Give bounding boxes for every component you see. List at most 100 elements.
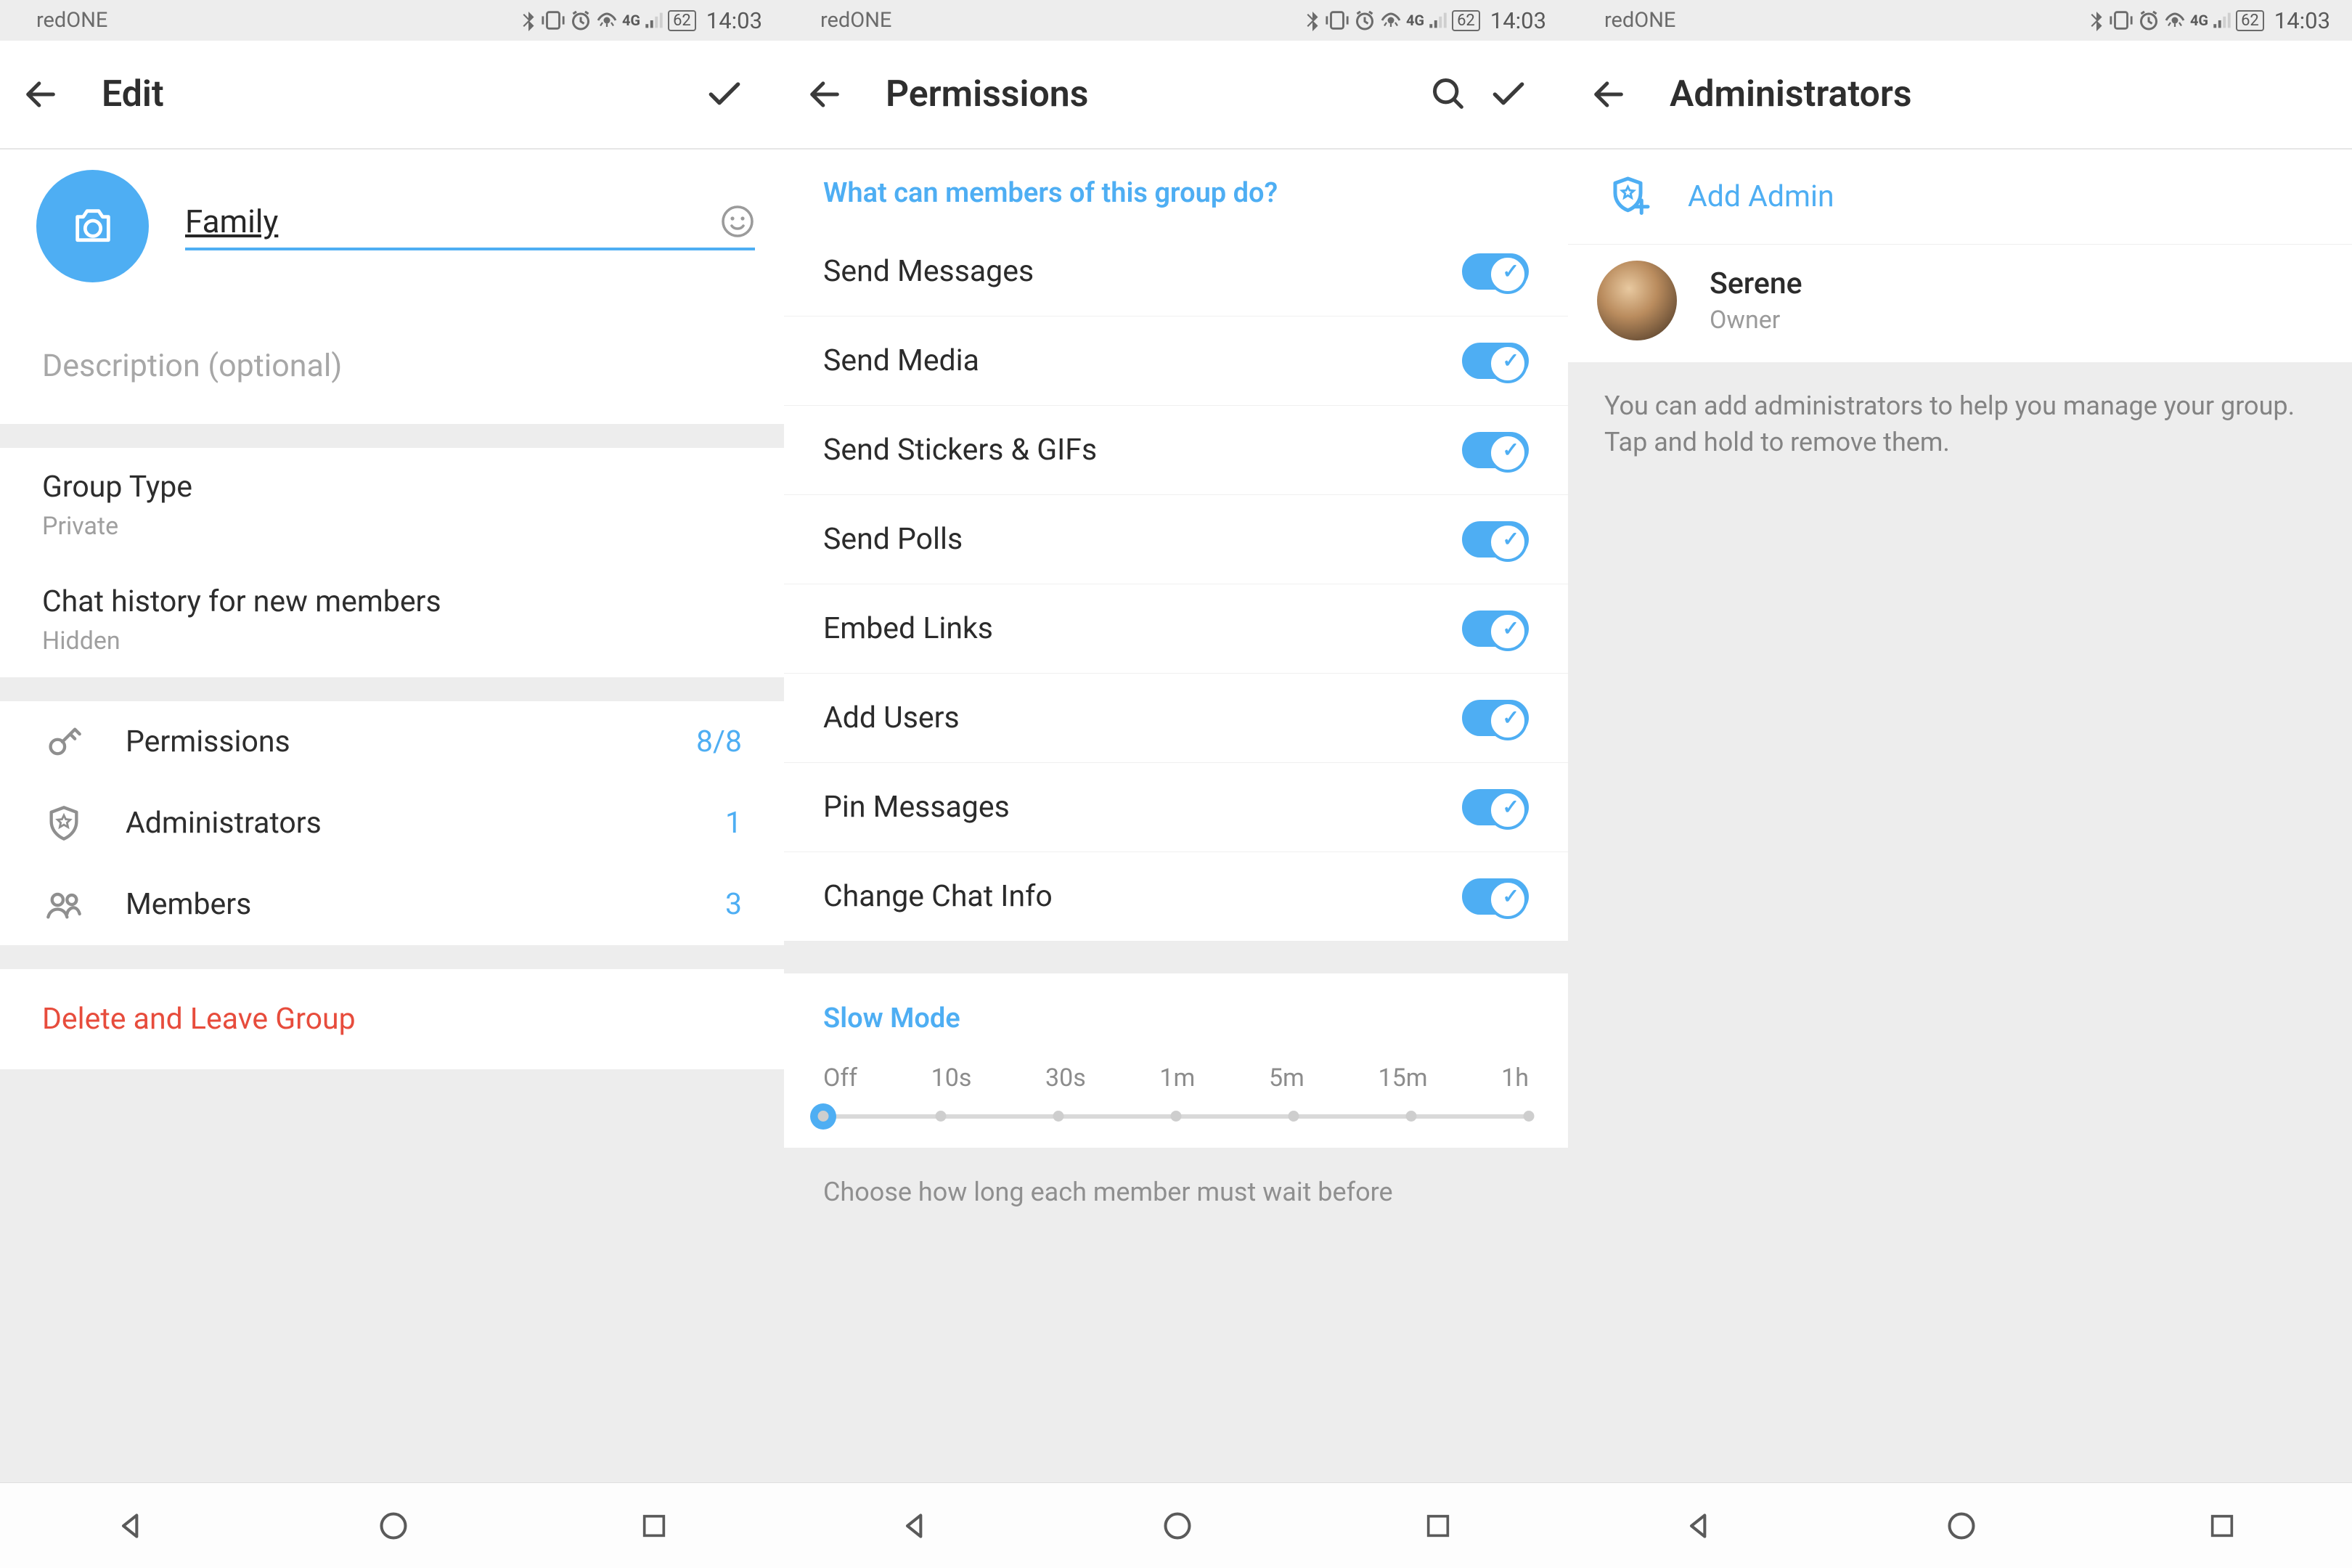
status-bar: redONE 4G 62 14:03: [0, 0, 784, 41]
alarm-icon: [2138, 9, 2160, 31]
description-input[interactable]: Description (optional): [0, 311, 784, 424]
status-icons: 4G 62 14:03: [1304, 7, 1546, 34]
confirm-button[interactable]: [704, 74, 762, 115]
slowmode-tick[interactable]: [1406, 1111, 1417, 1122]
slowmode-tick[interactable]: [1288, 1111, 1299, 1122]
nav-recent-button[interactable]: [640, 1511, 669, 1540]
permission-row[interactable]: Change Chat Info: [784, 852, 1568, 941]
nav-recent-button[interactable]: [2208, 1511, 2237, 1540]
alarm-icon: [570, 9, 592, 31]
arrow-left-icon: [806, 75, 844, 113]
status-bar: redONE 4G 62 14:03: [1568, 0, 2352, 41]
circle-home-icon: [377, 1510, 409, 1542]
permission-label: Embed Links: [823, 611, 1462, 646]
emoji-button[interactable]: [720, 204, 755, 239]
header-bar: Edit: [0, 41, 784, 150]
group-avatar-button[interactable]: [36, 170, 149, 282]
admin-info-text: You can add administrators to help you m…: [1568, 362, 2352, 486]
smiley-icon: [720, 204, 755, 239]
confirm-button[interactable]: [1488, 74, 1546, 115]
permission-label: Send Polls: [823, 522, 1462, 557]
clock-label: 14:03: [706, 7, 762, 34]
group-name-input[interactable]: Family: [185, 203, 755, 250]
battery-icon: 62: [2236, 10, 2264, 31]
administrators-row[interactable]: Administrators 1: [0, 783, 784, 864]
delete-leave-button[interactable]: Delete and Leave Group: [0, 969, 784, 1069]
permission-toggle[interactable]: [1462, 789, 1529, 825]
permission-row[interactable]: Embed Links: [784, 584, 1568, 674]
nav-bar: [1568, 1482, 2352, 1568]
alarm-icon: [1354, 9, 1376, 31]
permission-toggle[interactable]: [1462, 878, 1529, 915]
nav-recent-button[interactable]: [1424, 1511, 1453, 1540]
circle-home-icon: [1945, 1510, 1977, 1542]
back-button[interactable]: [22, 75, 80, 113]
members-icon: [42, 886, 86, 923]
slowmode-tick-label: 5m: [1269, 1063, 1304, 1093]
back-button[interactable]: [1590, 75, 1648, 113]
members-row[interactable]: Members 3: [0, 864, 784, 945]
camera-icon: [70, 203, 116, 250]
header-bar: Administrators: [1568, 41, 2352, 150]
permission-label: Send Messages: [823, 254, 1462, 289]
permission-toggle[interactable]: [1462, 253, 1529, 290]
permission-row[interactable]: Send Messages: [784, 227, 1568, 317]
nav-home-button[interactable]: [1161, 1510, 1193, 1542]
clock-label: 14:03: [1490, 7, 1546, 34]
eye-icon: [2164, 9, 2186, 31]
nav-back-button[interactable]: [115, 1510, 147, 1542]
permission-row[interactable]: Add Users: [784, 674, 1568, 763]
slowmode-tick[interactable]: [1053, 1111, 1063, 1122]
add-admin-button[interactable]: Add Admin: [1568, 150, 2352, 245]
slowmode-tick[interactable]: [1171, 1111, 1182, 1122]
permission-toggle[interactable]: [1462, 521, 1529, 558]
triangle-back-icon: [1683, 1510, 1715, 1542]
slowmode-tick[interactable]: [818, 1111, 829, 1122]
admin-list-item[interactable]: Serene Owner: [1568, 245, 2352, 362]
permission-label: Add Users: [823, 701, 1462, 735]
permission-toggle[interactable]: [1462, 343, 1529, 379]
permission-row[interactable]: Pin Messages: [784, 763, 1568, 852]
nav-home-button[interactable]: [377, 1510, 409, 1542]
battery-icon: 62: [668, 10, 696, 31]
permission-row[interactable]: Send Polls: [784, 495, 1568, 584]
back-button[interactable]: [806, 75, 864, 113]
status-icons: 4G 62 14:03: [520, 7, 762, 34]
shield-plus-icon: [1604, 171, 1655, 222]
vibrate-icon: [2109, 9, 2133, 31]
square-recent-icon: [2208, 1511, 2237, 1540]
permission-toggle[interactable]: [1462, 700, 1529, 736]
page-title: Administrators: [1648, 73, 2330, 115]
network-4g-icon: 4G: [2190, 12, 2208, 29]
slowmode-labels: Off10s30s1m5m15m1h: [823, 1063, 1529, 1093]
search-button[interactable]: [1430, 75, 1488, 113]
arrow-left-icon: [22, 75, 60, 113]
nav-back-button[interactable]: [899, 1510, 931, 1542]
vibrate-icon: [1325, 9, 1349, 31]
nav-back-button[interactable]: [1683, 1510, 1715, 1542]
permissions-row[interactable]: Permissions 8/8: [0, 701, 784, 783]
slowmode-slider[interactable]: [823, 1114, 1529, 1119]
permission-toggle[interactable]: [1462, 611, 1529, 647]
permission-row[interactable]: Send Media: [784, 317, 1568, 406]
slowmode-tick[interactable]: [935, 1111, 946, 1122]
clock-label: 14:03: [2274, 7, 2330, 34]
chat-history-row[interactable]: Chat history for new members Hidden: [0, 563, 784, 677]
slowmode-tick[interactable]: [1524, 1111, 1535, 1122]
add-admin-label: Add Admin: [1688, 179, 1834, 214]
eye-icon: [1380, 9, 1402, 31]
permission-label: Send Stickers & GIFs: [823, 433, 1462, 467]
triangle-back-icon: [899, 1510, 931, 1542]
shield-star-icon: [42, 804, 86, 842]
bluetooth-icon: [1304, 9, 1320, 31]
slowmode-footer: Choose how long each member must wait be…: [784, 1148, 1568, 1207]
group-type-row[interactable]: Group Type Private: [0, 448, 784, 563]
permission-row[interactable]: Send Stickers & GIFs: [784, 406, 1568, 495]
page-title: Edit: [80, 73, 704, 115]
permission-label: Change Chat Info: [823, 879, 1462, 914]
permission-toggle[interactable]: [1462, 432, 1529, 468]
nav-home-button[interactable]: [1945, 1510, 1977, 1542]
slowmode-tick-label: 30s: [1045, 1063, 1086, 1093]
slowmode-tick-label: 1h: [1501, 1063, 1529, 1093]
panel-edit: redONE 4G 62 14:03 Edit: [0, 0, 784, 1568]
